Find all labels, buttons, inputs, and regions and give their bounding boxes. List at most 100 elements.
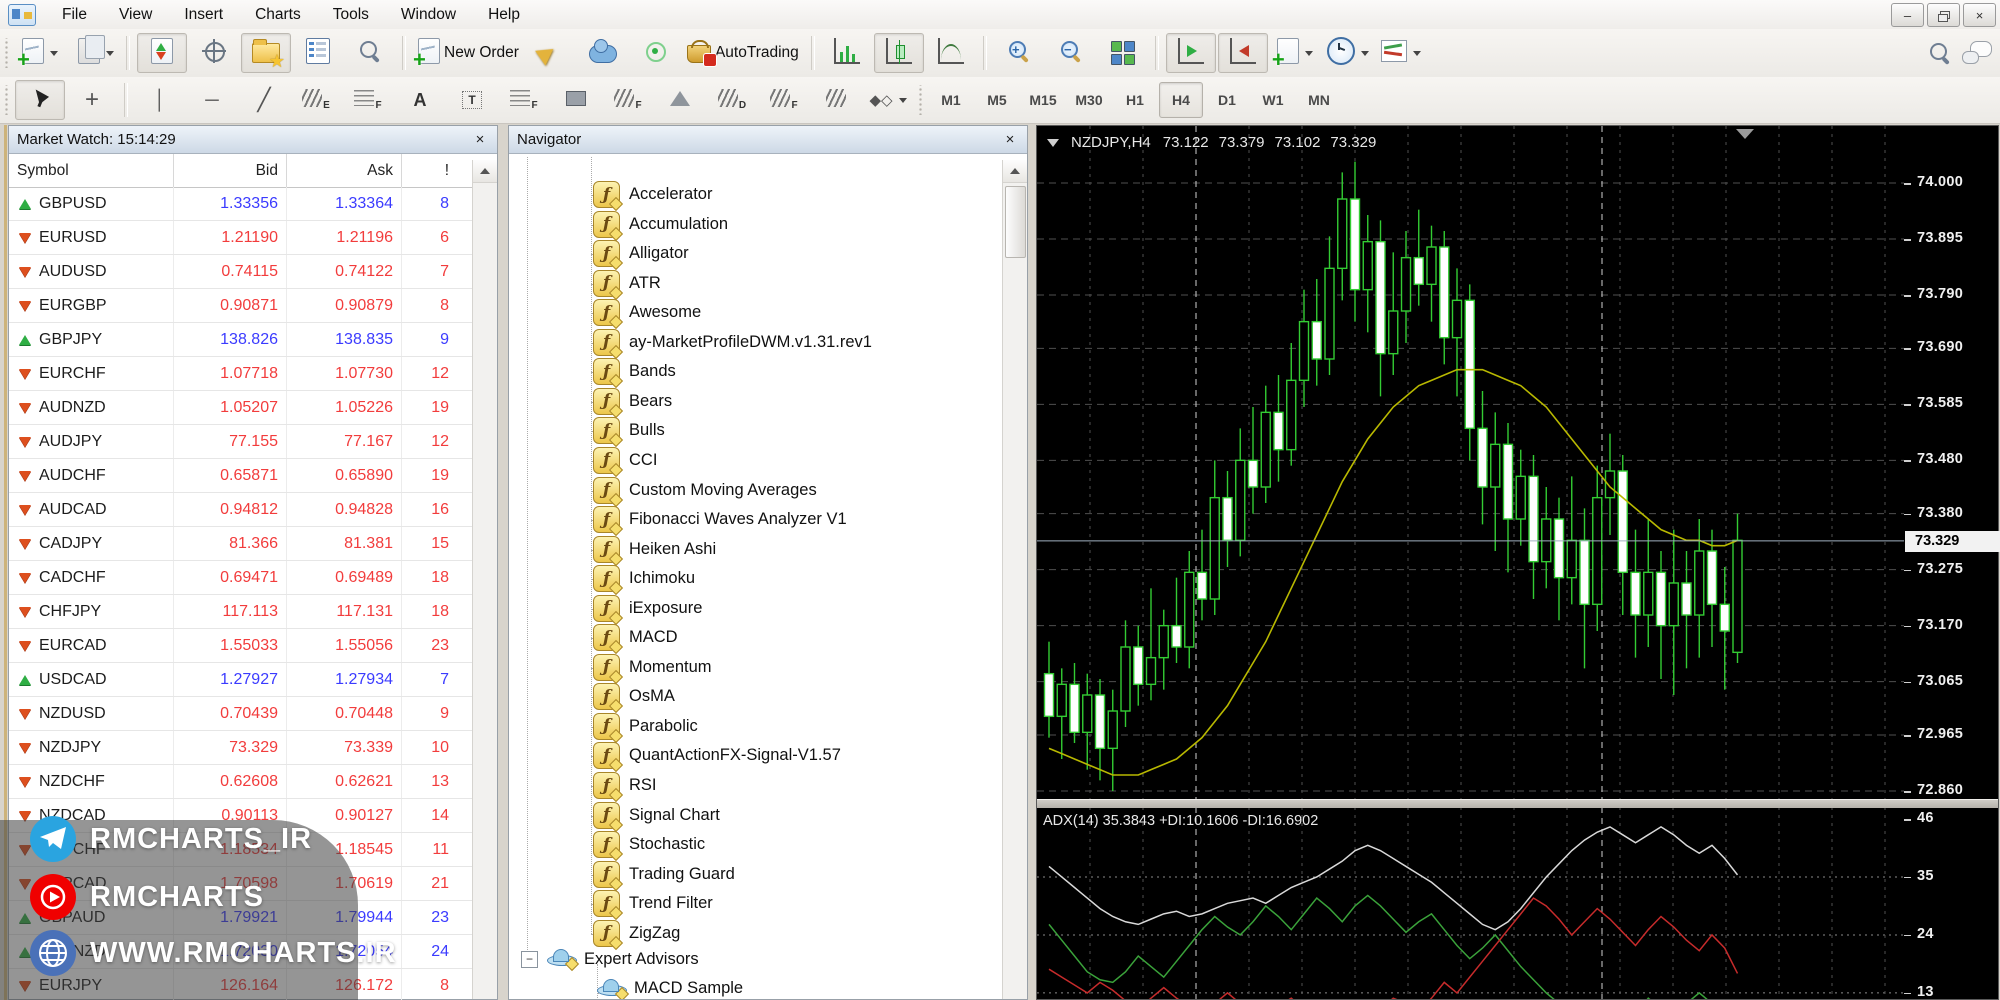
menu-insert[interactable]: Insert xyxy=(168,2,239,28)
trendline-tool-button[interactable]: ╱ xyxy=(239,80,289,120)
market-watch-row[interactable]: NZDCHF0.626080.6262113 xyxy=(9,765,473,799)
column-spread[interactable]: ! xyxy=(401,154,457,187)
chevron-down-icon[interactable] xyxy=(1305,51,1313,56)
adx-indicator-chart[interactable] xyxy=(1037,807,1904,999)
navigator-item-accelerator[interactable]: ƒAccelerator xyxy=(593,181,712,208)
candlestick-chart[interactable] xyxy=(1037,126,1904,799)
profiles-button[interactable] xyxy=(67,33,119,73)
navigator-item-bulls[interactable]: ƒBulls xyxy=(593,417,665,444)
templates-button[interactable] xyxy=(1376,33,1426,73)
chart-shift-button[interactable] xyxy=(1218,33,1268,73)
line-chart-mode-button[interactable] xyxy=(926,33,976,73)
market-watch-row[interactable]: EURUSD1.211901.211966 xyxy=(9,221,473,255)
market-watch-row[interactable]: USDCAD1.279271.279347 xyxy=(9,663,473,697)
periods-button[interactable] xyxy=(1322,33,1374,73)
navigator-toggle-button[interactable]: ★ xyxy=(241,33,291,73)
market-watch-row[interactable]: NZDJPY73.32973.33910 xyxy=(9,731,473,765)
navigator-item-custom-moving-averages[interactable]: ƒCustom Moving Averages xyxy=(593,477,817,504)
navigator-item-accumulation[interactable]: ƒAccumulation xyxy=(593,211,728,238)
navigator-item-trend-filter[interactable]: ƒTrend Filter xyxy=(593,890,713,917)
menu-view[interactable]: View xyxy=(103,2,168,28)
navigator-item-ay-marketprofiledwm-v1-31-rev1[interactable]: ƒay-MarketProfileDWM.v1.31.rev1 xyxy=(593,329,872,356)
navigator-item-heiken-ashi[interactable]: ƒHeiken Ashi xyxy=(593,536,716,563)
navigator-item-cci[interactable]: ƒCCI xyxy=(593,447,657,474)
autotrading-button[interactable]: AutoTrading xyxy=(682,33,804,73)
timeframe-mn[interactable]: MN xyxy=(1297,82,1341,118)
text-tool-button[interactable]: A xyxy=(395,80,445,120)
timeframe-m15[interactable]: M15 xyxy=(1021,82,1065,118)
navigator-item-momentum[interactable]: ƒMomentum xyxy=(593,654,712,681)
scroll-up-icon[interactable] xyxy=(473,160,497,183)
menu-file[interactable]: File xyxy=(46,2,103,28)
tile-windows-button[interactable] xyxy=(1098,33,1148,73)
navigator-item-iexposure[interactable]: ƒiExposure xyxy=(593,595,702,622)
timeframe-m5[interactable]: M5 xyxy=(975,82,1019,118)
andrews-pitchfork-tool-button[interactable] xyxy=(811,80,861,120)
market-watch-row[interactable]: CADCHF0.694710.6948918 xyxy=(9,561,473,595)
chevron-down-icon[interactable] xyxy=(1047,139,1059,147)
strategy-tester-button[interactable] xyxy=(345,33,395,73)
navigator-item-parabolic[interactable]: ƒParabolic xyxy=(593,713,698,740)
column-ask[interactable]: Ask xyxy=(286,154,401,187)
navigator-item-bands[interactable]: ƒBands xyxy=(593,358,676,385)
fibonacci-fan-tool-button[interactable]: F xyxy=(603,80,653,120)
scroll-up-icon[interactable] xyxy=(1003,160,1027,183)
market-watch-row[interactable]: GBPUSD1.333561.333648 xyxy=(9,187,473,221)
chat-icon[interactable] xyxy=(1962,41,1992,65)
metaeditor-button[interactable] xyxy=(526,33,576,73)
navigator-item-signal-chart[interactable]: ƒSignal Chart xyxy=(593,802,720,829)
text-label-tool-button[interactable]: T xyxy=(447,80,497,120)
market-watch-row[interactable]: EURGBP0.908710.908798 xyxy=(9,289,473,323)
indicator-panel-divider[interactable] xyxy=(1037,799,1998,808)
market-watch-scrollbar[interactable] xyxy=(472,160,497,999)
navigator-item-fibonacci-waves-analyzer-v1[interactable]: ƒFibonacci Waves Analyzer V1 xyxy=(593,506,847,533)
gann-fan-tool-button[interactable]: F xyxy=(759,80,809,120)
market-watch-row[interactable]: AUDJPY77.15577.16712 xyxy=(9,425,473,459)
candle-chart-mode-button[interactable] xyxy=(874,33,924,73)
collapse-minus-icon[interactable]: − xyxy=(521,951,538,968)
navigator-item-quantactionfx-signal-v1-57[interactable]: ƒQuantActionFX-Signal-V1.57 xyxy=(593,742,841,769)
navigator-item-macd[interactable]: ƒMACD xyxy=(593,624,678,651)
navigator-item-trading-guard[interactable]: ƒTrading Guard xyxy=(593,861,735,888)
close-icon[interactable]: × xyxy=(1001,131,1019,148)
market-watch-row[interactable]: AUDCAD0.948120.9482816 xyxy=(9,493,473,527)
fibonacci-channel-tool-button[interactable]: F xyxy=(499,80,549,120)
arrows-tool-button[interactable]: ◆◇ xyxy=(863,80,913,120)
menu-window[interactable]: Window xyxy=(385,2,472,28)
menu-help[interactable]: Help xyxy=(472,2,536,28)
fibonacci-retracement-tool-button[interactable]: F xyxy=(343,80,393,120)
navigator-item-alligator[interactable]: ƒAlligator xyxy=(593,240,689,267)
navigator-item-ichimoku[interactable]: ƒIchimoku xyxy=(593,565,695,592)
toolbar-grab-handle[interactable] xyxy=(3,85,10,115)
close-icon[interactable]: × xyxy=(471,131,489,148)
navigator-item-osma[interactable]: ƒOsMA xyxy=(593,683,675,710)
market-watch-row[interactable]: CHFJPY117.113117.13118 xyxy=(9,595,473,629)
navigator-item-rsi[interactable]: ƒRSI xyxy=(593,772,657,799)
triangle-tool-button[interactable] xyxy=(655,80,705,120)
timeframe-m30[interactable]: M30 xyxy=(1067,82,1111,118)
market-watch-row[interactable]: EURCHF1.077181.0773012 xyxy=(9,357,473,391)
toolbar-grab-handle[interactable] xyxy=(917,85,924,115)
market-watch-row[interactable]: CADJPY81.36681.38115 xyxy=(9,527,473,561)
bar-chart-mode-button[interactable] xyxy=(822,33,872,73)
chevron-down-icon[interactable] xyxy=(899,98,907,103)
zoom-out-button[interactable]: − xyxy=(1046,33,1096,73)
market-watch-row[interactable]: GBPJPY138.826138.8359 xyxy=(9,323,473,357)
navigator-item-bears[interactable]: ƒBears xyxy=(593,388,672,415)
navigator-item-zigzag[interactable]: ƒZigZag xyxy=(593,920,680,947)
fibonacci-expansion-tool-button[interactable]: D xyxy=(707,80,757,120)
market-watch-row[interactable]: AUDNZD1.052071.0522619 xyxy=(9,391,473,425)
column-bid[interactable]: Bid xyxy=(173,154,286,187)
navigator-item-atr[interactable]: ƒATR xyxy=(593,270,661,297)
cursor-tool-button[interactable] xyxy=(15,80,65,120)
timeframe-m1[interactable]: M1 xyxy=(929,82,973,118)
market-watch-row[interactable]: AUDUSD0.741150.741227 xyxy=(9,255,473,289)
chevron-down-icon[interactable] xyxy=(106,51,114,56)
data-window-button[interactable] xyxy=(189,33,239,73)
restore-button[interactable] xyxy=(1927,3,1960,27)
toolbar-grab-handle[interactable] xyxy=(3,38,10,68)
crosshair-tool-button[interactable]: + xyxy=(67,80,117,120)
timeframe-w1[interactable]: W1 xyxy=(1251,82,1295,118)
new-order-button[interactable]: +New Order xyxy=(413,33,524,73)
timeframe-h4[interactable]: H4 xyxy=(1159,82,1203,118)
